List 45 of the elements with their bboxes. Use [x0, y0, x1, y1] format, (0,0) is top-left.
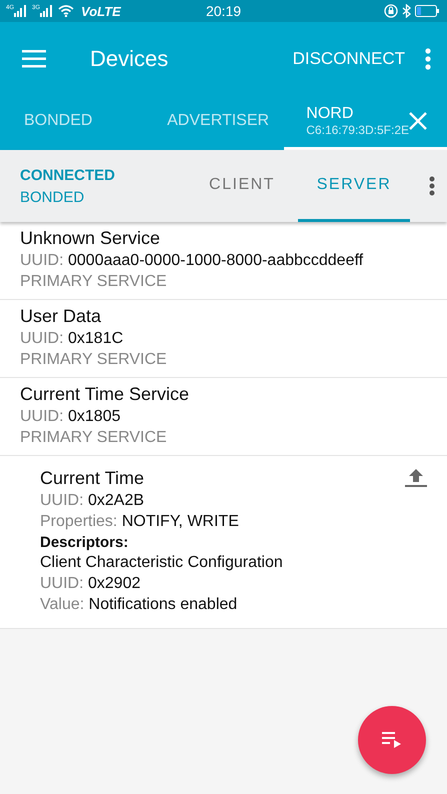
service-name: Current Time Service	[20, 384, 190, 405]
floating-action-button[interactable]	[358, 706, 426, 774]
connection-state: CONNECTED	[20, 166, 116, 184]
close-icon[interactable]	[409, 112, 427, 130]
app-title: Devices	[90, 46, 170, 72]
service-type: PRIMARY SERVICE	[20, 429, 168, 447]
value-text: Value: Notifications enabled	[40, 596, 238, 614]
service-item[interactable]: User Data UUID: 0x181C PRIMARY SERVICE	[0, 300, 447, 378]
uuid-text: UUID: 0x1805	[20, 408, 122, 426]
uuid-text: UUID: 0x2902	[40, 575, 142, 593]
signal-icon	[14, 5, 28, 17]
signal-icon	[40, 5, 54, 17]
uuid-text: UUID: 0x181C	[20, 330, 124, 348]
characteristic-item[interactable]: Current Time UUID: 0x2A2B Properties: NOTIFY, WRITE Descriptors: Client Characteristic Configuration UUID: 0x2902 Value: Notifications enabled	[0, 456, 447, 629]
upload-icon[interactable]	[405, 468, 427, 488]
device-tab[interactable]: BONDED	[0, 95, 144, 150]
disconnect-button[interactable]: DISCONNECT	[292, 48, 405, 68]
network-label: VoLTE	[81, 4, 121, 18]
service-type: PRIMARY SERVICE	[20, 351, 168, 369]
menu-icon[interactable]	[22, 50, 46, 68]
uuid-text: UUID: 0000aaa0-0000-1000-8000-aabbccddeeff	[20, 252, 364, 270]
properties-text: Properties: NOTIFY, WRITE	[40, 513, 240, 531]
service-name: Unknown Service	[20, 228, 162, 249]
device-address: C6:16:79:3D:5F:2E	[306, 123, 409, 137]
characteristic-name: Current Time	[40, 468, 144, 489]
service-type: PRIMARY SERVICE	[20, 273, 168, 291]
view-tab[interactable]: CLIENT	[186, 150, 298, 222]
service-item[interactable]: Unknown Service UUID: 0000aaa0-0000-1000-8000-aabbccddeeff PRIMARY SERVICE	[0, 222, 447, 300]
descriptor-name: Client Characteristic Configuration	[40, 554, 284, 572]
uuid-text: UUID: 0x2A2B	[40, 492, 146, 510]
list-play-icon	[382, 732, 402, 748]
service-item[interactable]: Current Time Service UUID: 0x1805 PRIMARY SERVICE	[0, 378, 447, 456]
bond-state: BONDED	[20, 188, 86, 206]
service-name: User Data	[20, 306, 102, 327]
descriptors-heading: Descriptors:	[40, 534, 130, 551]
tab-label: ADVERTISER	[167, 112, 270, 130]
bluetooth-icon	[402, 4, 411, 18]
device-tab[interactable]: ADVERTISER	[143, 95, 284, 150]
clock-time: 20:19	[206, 3, 242, 19]
tab-label: BONDED	[24, 112, 92, 130]
wifi-icon	[58, 5, 74, 17]
battery-icon	[415, 5, 439, 17]
rotation-lock-icon	[384, 4, 398, 18]
device-name: NORD	[306, 105, 354, 123]
more-options-icon[interactable]	[423, 48, 433, 70]
